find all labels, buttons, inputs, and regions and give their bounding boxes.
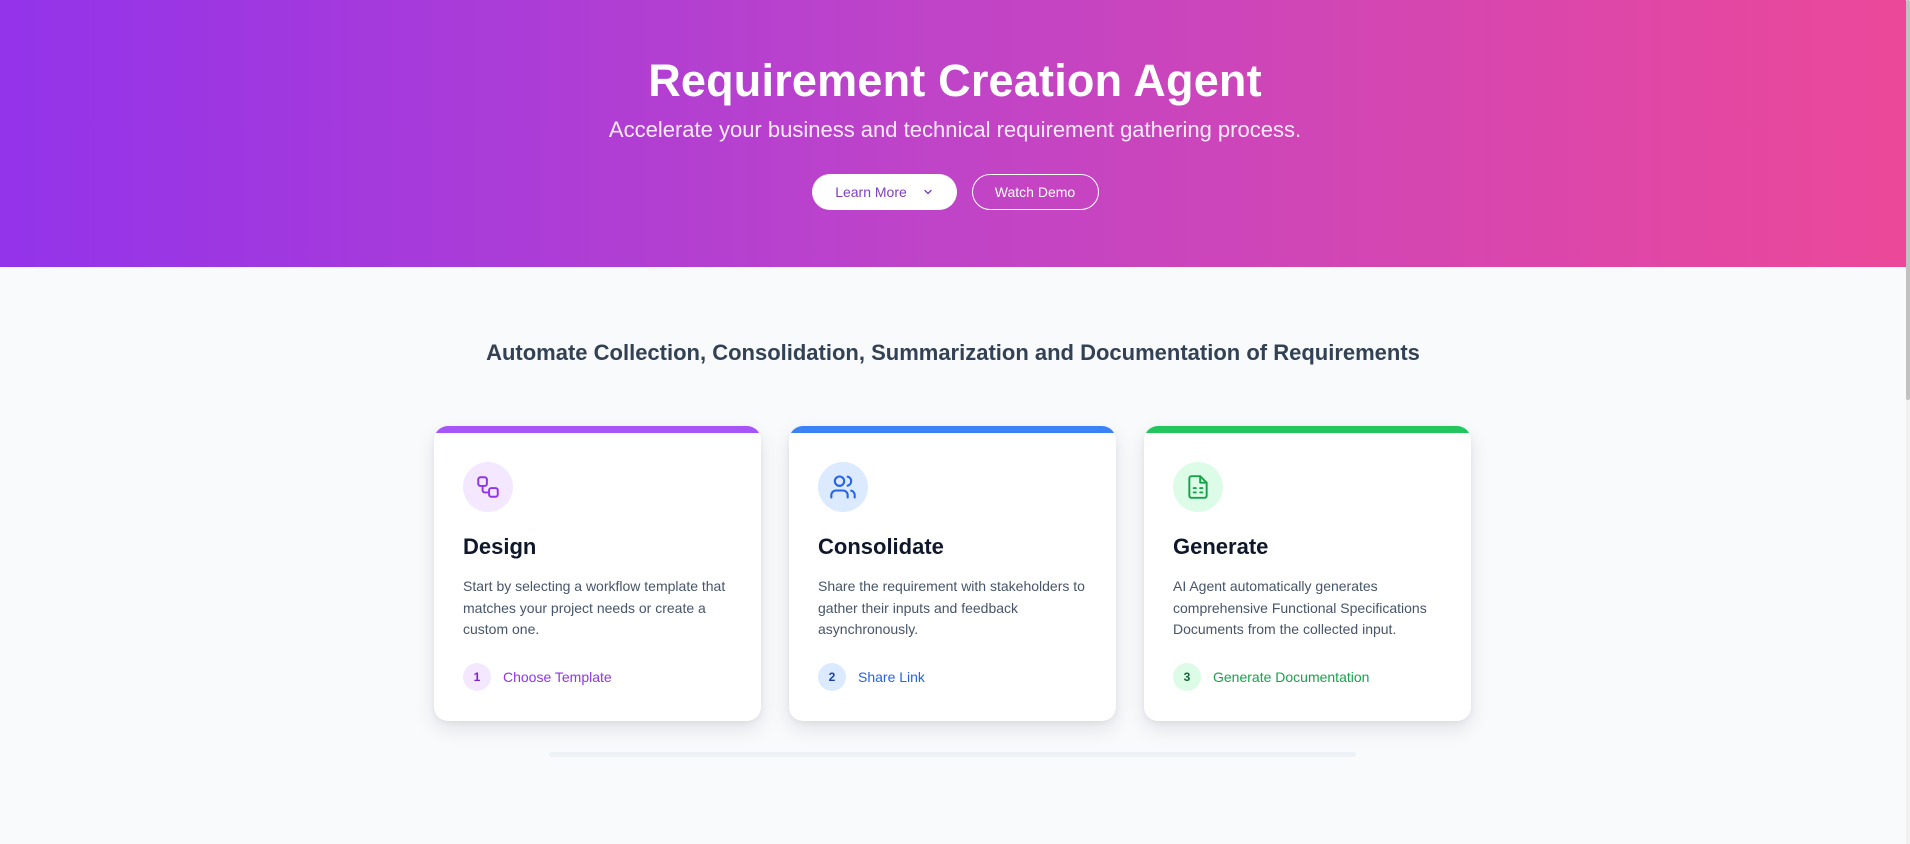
scrollbar-thumb[interactable] — [1906, 0, 1910, 400]
workflow-icon — [463, 462, 513, 512]
choose-template-link[interactable]: 1 Choose Template — [463, 663, 612, 691]
generate-documentation-button[interactable]: 3 Generate Documentation — [1173, 663, 1369, 691]
hero-subtitle: Accelerate your business and technical r… — [608, 117, 1302, 142]
step-number-badge: 1 — [463, 663, 491, 691]
card-accent-bar — [1144, 426, 1471, 433]
scrollbar[interactable] — [1906, 0, 1910, 844]
watch-demo-button[interactable]: Watch Demo — [971, 174, 1099, 210]
card-title: Design — [463, 534, 537, 559]
card-description: AI Agent automatically generates compreh… — [1173, 578, 1427, 637]
divider — [549, 752, 1356, 757]
step-number-badge: 2 — [818, 663, 846, 691]
card-description: Share the requirement with stakeholders … — [818, 578, 1085, 637]
step-label: Generate Documentation — [1213, 669, 1370, 685]
file-spreadsheet-icon — [1173, 462, 1223, 512]
card-accent-bar — [434, 426, 761, 433]
hero-title: Requirement Creation Agent — [648, 55, 1262, 106]
learn-more-button[interactable]: Learn More — [811, 174, 957, 210]
step-label: Share Link — [858, 669, 925, 685]
card-design: Design Start by selecting a workflow tem… — [434, 426, 761, 721]
users-icon — [818, 462, 868, 512]
card-description: Start by selecting a workflow template t… — [463, 578, 726, 637]
card-consolidate: Consolidate Share the requirement with s… — [789, 426, 1116, 721]
watch-demo-label: Watch Demo — [994, 184, 1076, 200]
share-link-button[interactable]: 2 Share Link — [818, 663, 925, 691]
chevron-down-icon — [923, 187, 933, 197]
step-number-badge: 3 — [1173, 663, 1201, 691]
card-accent-bar — [789, 426, 1116, 433]
section-title: Automate Collection, Consolidation, Summ… — [486, 340, 1420, 365]
card-title: Consolidate — [818, 534, 944, 559]
step-label: Choose Template — [503, 669, 612, 685]
hero-banner: Requirement Creation Agent Accelerate yo… — [0, 0, 1910, 267]
learn-more-label: Learn More — [835, 184, 907, 200]
card-title: Generate — [1173, 534, 1269, 559]
card-generate: Generate AI Agent automatically generate… — [1144, 426, 1471, 721]
hero-actions: Learn More Watch Demo — [0, 174, 1910, 210]
